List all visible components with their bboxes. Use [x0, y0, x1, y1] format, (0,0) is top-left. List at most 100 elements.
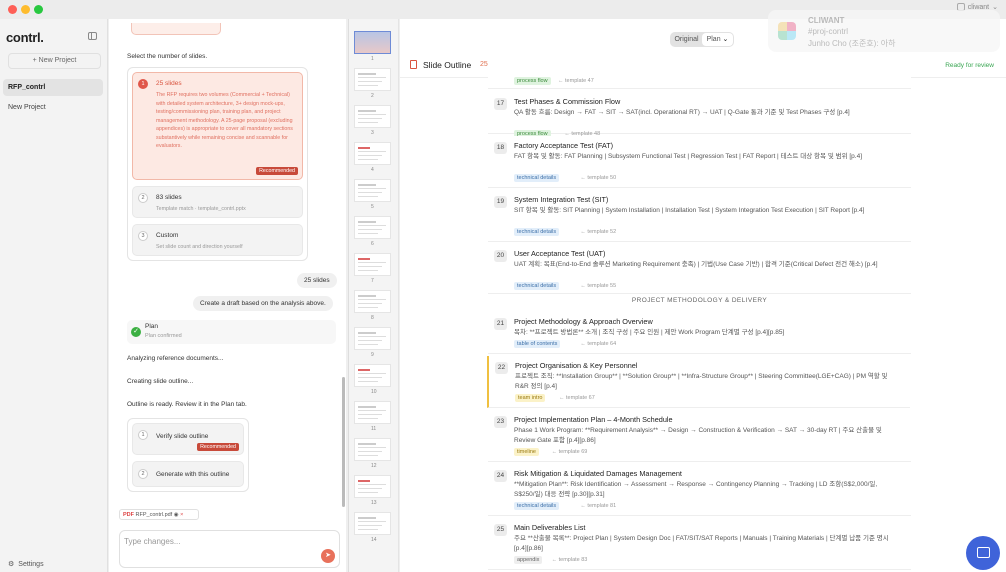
- option-number: 1: [138, 79, 148, 89]
- gear-icon: ⚙: [8, 561, 15, 568]
- slide-thumbnail[interactable]: [354, 401, 391, 424]
- send-button[interactable]: ➤: [321, 549, 335, 563]
- outline-entry[interactable]: 18 Factory Acceptance Test (FAT) FAT 항목 및 …: [488, 136, 911, 188]
- chat-scrollbar[interactable]: [342, 377, 345, 507]
- slide-thumbnail[interactable]: [354, 253, 391, 276]
- thumbnail-line: [358, 307, 378, 308]
- option-25-slides[interactable]: 1 25 slides The RFP requires two volumes…: [132, 72, 303, 180]
- review-status: Ready for review: [945, 62, 994, 69]
- outline-panel: Original Plan ⌄ Slide Outline 25 Ready f…: [400, 19, 1006, 572]
- message-input[interactable]: Type changes... ➤: [119, 530, 340, 568]
- thumbnail-number: 8: [371, 315, 374, 321]
- template-ref: ← template 50: [580, 175, 617, 181]
- slide-count-options: 1 25 slides The RFP requires two volumes…: [127, 67, 308, 261]
- tab-original[interactable]: Original: [671, 33, 702, 46]
- thumbnail-line: [358, 488, 382, 489]
- thumbnail-line: [358, 118, 382, 119]
- slide-thumbnail[interactable]: [354, 216, 391, 239]
- outline-entry[interactable]: 24 Risk Mitigation & Liquidated Damages M…: [488, 464, 911, 516]
- slide-thumbnail[interactable]: [354, 179, 391, 202]
- new-project-button[interactable]: + New Project: [8, 53, 101, 69]
- option-number: 3: [138, 231, 148, 241]
- outline-entry[interactable]: 22 Project Organisation & Key Personnel 프로…: [487, 356, 910, 408]
- attachment-chip[interactable]: PDF RFP_contrl.pdf ◉ ×: [119, 509, 199, 520]
- thumbnail-number: 9: [371, 352, 374, 358]
- thumbnail-line: [358, 233, 378, 234]
- thumbnail-line: [358, 447, 386, 448]
- template-ref: ← template 64: [580, 341, 617, 347]
- slide-thumbnails: 1 2 3 4 5 6 7 8 9 10 11 12 13 14: [348, 19, 399, 572]
- close-window-icon[interactable]: [8, 5, 17, 14]
- slide-title: User Acceptance Test (UAT): [514, 249, 606, 258]
- eye-icon[interactable]: ◉: [174, 512, 179, 518]
- template-ref: ← template 67: [559, 395, 595, 401]
- maximize-window-icon[interactable]: [34, 5, 43, 14]
- thumbnail-line: [358, 410, 386, 411]
- slide-thumbnail[interactable]: [354, 364, 391, 387]
- slide-thumbnail[interactable]: [354, 290, 391, 313]
- option-83-slides[interactable]: 2 83 slides Template match · template_co…: [132, 186, 303, 218]
- option-custom[interactable]: 3 Custom Set slide count and direction y…: [132, 224, 303, 256]
- app-logo: contrl.: [6, 30, 44, 45]
- slide-title: Project Methodology & Approach Overview: [514, 317, 653, 326]
- outline-entry[interactable]: 20 User Acceptance Test (UAT) UAT 계획: 목표(E…: [488, 244, 911, 294]
- slide-thumbnail[interactable]: [354, 438, 391, 461]
- check-icon: ✓: [131, 327, 141, 337]
- thumbnail-line: [358, 270, 378, 271]
- thumbnail-line: [358, 151, 386, 152]
- tab-plan-label: Plan: [706, 36, 721, 43]
- outline-entry[interactable]: 21 Project Methodology & Approach Overvie…: [488, 312, 911, 354]
- slide-tag: process flow: [514, 77, 551, 85]
- notification-message: Junho Cho (조준호): 아하: [808, 39, 896, 48]
- option-verify-outline[interactable]: 1 Verify slide outline Recommended: [132, 423, 244, 455]
- slide-number: 25: [494, 524, 507, 536]
- slide-number: 20: [494, 250, 507, 262]
- option-generate[interactable]: 2 Generate with this outline: [132, 461, 244, 487]
- slide-thumbnail[interactable]: [354, 105, 391, 128]
- template-ref: ← template 47: [558, 78, 594, 84]
- status-message: Analyzing reference documents...: [127, 355, 224, 362]
- slide-number: 24: [494, 470, 507, 482]
- slide-tag: technical details: [514, 174, 560, 182]
- minimize-window-icon[interactable]: [21, 5, 30, 14]
- thumbnail-line: [358, 340, 382, 341]
- outline-entry[interactable]: 25 Main Deliverables List 주요 **산출물 목록**: P…: [488, 518, 911, 570]
- sidebar-toggle-icon[interactable]: [88, 32, 97, 40]
- sidebar-item-project[interactable]: RFP_contrl: [3, 79, 103, 96]
- slide-thumbnail[interactable]: [354, 512, 391, 535]
- slide-description: QA 활동 흐름: Design → FAT → SIT → SAT(incl.…: [514, 109, 850, 116]
- settings-label: Settings: [18, 560, 44, 568]
- tab-plan[interactable]: Plan ⌄: [702, 33, 733, 46]
- option-number: 2: [138, 193, 148, 203]
- option-description: Template match · template_contrl.pptx: [156, 206, 246, 212]
- slide-thumbnail[interactable]: [354, 142, 391, 165]
- outline-entry-partial[interactable]: process flow ← template 47: [488, 77, 911, 89]
- view-toggle[interactable]: Original Plan ⌄: [670, 32, 734, 47]
- support-chat-button[interactable]: [966, 536, 1000, 570]
- slide-thumbnail[interactable]: [354, 31, 391, 54]
- remove-attachment-icon[interactable]: ×: [180, 512, 183, 518]
- slide-tag: technical details: [514, 228, 560, 236]
- thumbnail-line: [358, 110, 376, 112]
- slide-thumbnail[interactable]: [354, 327, 391, 350]
- slide-description: 프로젝트 조직: **Installation Group** | **Solu…: [515, 373, 888, 390]
- slide-description: **Mitigation Plan**: Risk Identification…: [514, 481, 878, 498]
- settings-button[interactable]: ⚙ Settings: [8, 560, 44, 569]
- thumbnail-number: 6: [371, 241, 374, 247]
- thumbnail-line: [358, 406, 376, 408]
- outline-entry[interactable]: 23 Project Implementation Plan – 4-Month …: [488, 410, 911, 462]
- slide-title: Main Deliverables List: [514, 523, 586, 532]
- outline-entry[interactable]: 19 System Integration Test (SIT) SIT 항목 및 …: [488, 190, 911, 242]
- option-title: Generate with this outline: [156, 471, 230, 478]
- slide-number: 23: [494, 416, 507, 428]
- thumbnail-line: [358, 455, 378, 456]
- thumbnail-number: 2: [371, 93, 374, 99]
- plan-status-card[interactable]: ✓ Plan Plan confirmed: [127, 320, 336, 344]
- slide-thumbnail[interactable]: [354, 68, 391, 91]
- slide-count-badge: 25: [480, 61, 488, 68]
- notification-toast[interactable]: CLIWANT #proj-contrl Junho Cho (조준호): 아하: [768, 10, 1000, 52]
- thumbnail-line: [358, 332, 376, 334]
- outline-entry[interactable]: 17 Test Phases & Commission Flow QA 활동 흐름:…: [488, 92, 911, 138]
- slide-thumbnail[interactable]: [354, 475, 391, 498]
- sidebar-item-project[interactable]: New Project: [3, 99, 103, 116]
